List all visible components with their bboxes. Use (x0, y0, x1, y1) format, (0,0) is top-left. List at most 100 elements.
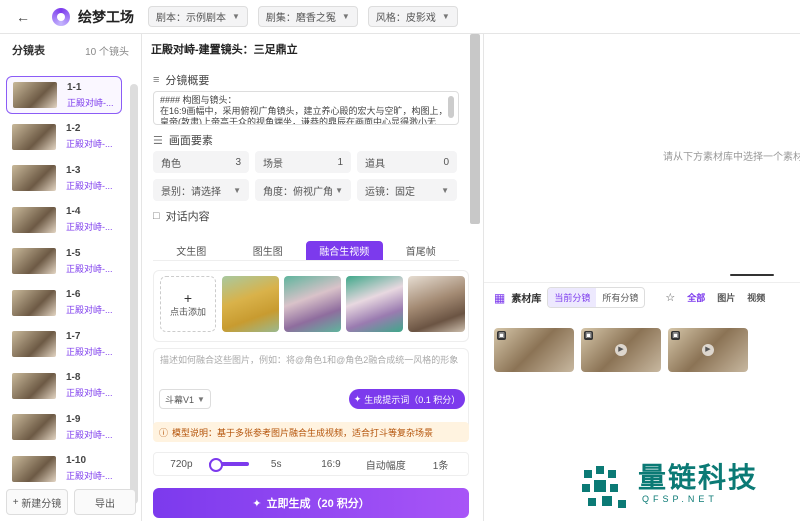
angle-label: 角度：俯视广角 (263, 186, 333, 198)
library-scope-toggle: 当前分镜 所有分镜 (547, 287, 646, 308)
play-icon: ▶ (702, 344, 714, 356)
filter-all[interactable]: 全部 (681, 288, 712, 307)
filter-video[interactable]: 视频 (741, 288, 771, 307)
shot-title: 正殿对峙-建置镜头：三足鼎立 (151, 44, 298, 56)
shot-number: 1-9 (66, 413, 81, 425)
script-select[interactable]: 剧本：示例剧本 ▼ (148, 6, 248, 27)
elements-section-label: ☰ 画面要素 (153, 132, 213, 148)
chevron-down-icon: ▼ (441, 185, 449, 195)
storyboard-sidebar: 分镜表 10 个镜头 1-1 正殿对峙-... 1-2 正殿对峙-... 1-3 正殿对峙… (0, 34, 142, 521)
export-label: 导出 (95, 498, 115, 510)
duration-option[interactable]: 5s (249, 459, 304, 470)
overview-textarea[interactable]: #### 构图与镜头： 在16:9画幅中，采用俯视广角镜头，建立养心殿的宏大与空… (153, 91, 459, 125)
shot-thumbnail (12, 372, 56, 399)
reference-image[interactable] (346, 276, 403, 332)
dialogue-label: 对话内容 (165, 211, 210, 223)
app-name: 绘梦工场 (78, 8, 134, 25)
library-item[interactable]: ▣ (494, 328, 574, 372)
watermark-text: 量链科技 (638, 462, 759, 493)
camera-motion-select[interactable]: 运镜：固定 ▼ (357, 179, 457, 201)
style-select[interactable]: 风格：皮影戏 ▼ (367, 6, 458, 27)
reference-image[interactable] (408, 276, 465, 332)
shot-item[interactable]: 1-2 正殿对峙-... (6, 118, 122, 156)
star-icon[interactable]: ☆ (665, 291, 675, 304)
script-select-label: 剧本：示例剧本 (156, 13, 226, 24)
tab-fusion-video[interactable]: 融合生视频 (306, 241, 383, 260)
tab-text-to-image[interactable]: 文生图 (153, 241, 230, 260)
aspect-ratio-option[interactable]: 16:9 (304, 459, 359, 470)
video-badge-icon: ▣ (671, 331, 680, 340)
model-note-text: 模型说明：基于多张参考图片融合生成视频，适合打斗等复杂场景 (172, 427, 434, 438)
overview-label: 分镜概要 (165, 75, 210, 87)
shot-size-select[interactable]: 景别：请选择 ▼ (153, 179, 249, 201)
textarea-scrollbar[interactable] (448, 96, 454, 118)
episode-select[interactable]: 剧集：磨香之冤 ▼ (257, 6, 358, 27)
shot-item[interactable]: 1-8 正殿对峙-... (6, 367, 122, 405)
tab-first-last-frame[interactable]: 首尾帧 (383, 241, 460, 260)
angle-select[interactable]: 角度：俯视广角 ▼ (255, 179, 351, 201)
export-button[interactable]: 导出 (74, 489, 136, 515)
shot-thumbnail (12, 289, 56, 316)
app-logo-icon (52, 7, 70, 26)
shot-item[interactable]: 1-7 正殿对峙-... (6, 325, 122, 363)
shot-item[interactable]: 1-4 正殿对峙-... (6, 201, 122, 239)
new-shot-button[interactable]: + 新建分镜 (6, 489, 68, 515)
reference-image[interactable] (222, 276, 279, 332)
editor-scrollbar[interactable] (470, 34, 480, 224)
role-count-cell[interactable]: 角色 3 (153, 151, 249, 173)
chat-icon: □ (153, 210, 160, 222)
shot-title-preview: 正殿对峙-... (66, 429, 113, 440)
new-shot-label: 新建分镜 (21, 498, 62, 510)
shot-editor: 正殿对峙-建置镜头：三足鼎立 ≡ 分镜概要 #### 构图与镜头： 在16:9画幅… (142, 34, 484, 521)
library-title: 素材库 (511, 294, 542, 305)
tab-image-to-image[interactable]: 图生图 (230, 241, 307, 260)
motion-amplitude-option[interactable]: 自动幅度 (358, 457, 413, 472)
play-icon: ▶ (615, 344, 627, 356)
model-select[interactable]: 斗幕V1 ▼ (159, 389, 211, 409)
sidebar-scrollbar[interactable] (130, 84, 138, 504)
shot-title-preview: 正殿对峙-... (66, 471, 113, 481)
resolution-option[interactable]: 720p (154, 459, 209, 470)
dialogue-section-label: □ 对话内容 (153, 208, 210, 224)
top-bar: ← 绘梦工场 剧本：示例剧本 ▼ 剧集：磨香之冤 ▼ 风格：皮影戏 ▼ (0, 0, 800, 34)
generate-now-button[interactable]: ✦ 立即生成（20 积分） (153, 488, 469, 518)
shot-count: 10 个镜头 (85, 46, 129, 58)
scope-all-shots[interactable]: 所有分镜 (596, 288, 644, 307)
shot-title-preview: 正殿对峙-... (67, 97, 114, 108)
shot-item[interactable]: 1-5 正殿对峙-... (6, 242, 122, 280)
shot-item[interactable]: 1-9 正殿对峙-... (6, 408, 122, 446)
overview-section-label: ≡ 分镜概要 (153, 72, 209, 88)
duration-slider[interactable] (208, 458, 249, 472)
library-type-filter: 全部 图片 视频 (681, 288, 771, 307)
camera-motion-label: 运镜：固定 (365, 186, 415, 198)
scope-current-shot[interactable]: 当前分镜 (548, 288, 597, 307)
library-item[interactable]: ▣ ▶ (581, 328, 661, 372)
shot-item[interactable]: 1-3 正殿对峙-... (6, 159, 122, 197)
scene-count-cell[interactable]: 场景 1 (255, 151, 351, 173)
back-arrow-icon[interactable]: ← (16, 10, 30, 24)
shot-item[interactable]: 1-10 正殿对峙-... (6, 450, 122, 488)
output-count-option[interactable]: 1条 (413, 457, 468, 472)
shot-item[interactable]: 1-1 正殿对峙-... (6, 76, 122, 114)
add-image-button[interactable]: + 点击添加 (160, 276, 216, 332)
filter-image[interactable]: 图片 (711, 288, 741, 307)
reference-image[interactable] (284, 276, 341, 332)
shot-thumbnail (12, 455, 56, 482)
list-icon: ≡ (153, 74, 160, 86)
episode-select-label: 剧集：磨香之冤 (265, 13, 336, 24)
info-icon: ⓘ (159, 427, 169, 438)
generate-prompt-button[interactable]: ✦ 生成提示词（0.1 积分） (349, 389, 465, 409)
image-badge-icon: ▣ (497, 331, 506, 340)
shot-thumbnail (13, 82, 57, 108)
shot-number: 1-6 (66, 289, 81, 300)
grid-icon: ▦ (494, 290, 506, 305)
shot-item[interactable]: 1-6 正殿对峙-... (6, 284, 122, 322)
style-select-label: 风格：皮影戏 (375, 13, 436, 24)
scene-count: 1 (337, 156, 343, 168)
library-item[interactable]: ▣ ▶ (668, 328, 748, 372)
shot-title-preview: 正殿对峙-... (66, 222, 113, 232)
library-header: ▦ 素材库 当前分镜 所有分镜 ☆ 全部 图片 视频 (484, 282, 800, 312)
prop-count-cell[interactable]: 道具 0 (357, 151, 457, 173)
resize-handle[interactable] (730, 274, 774, 276)
prompt-placeholder: 描述如何融合这些图片，例如：将@角色1和@角色2融合成统一风格的形象 (160, 355, 459, 365)
